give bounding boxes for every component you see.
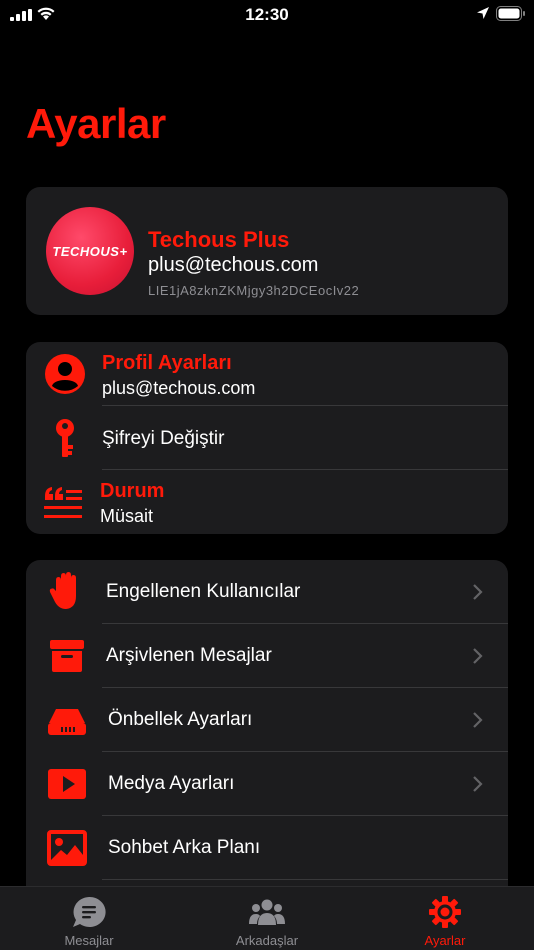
change-password-row[interactable]: Şifreyi Değiştir <box>26 406 508 470</box>
status-time: 12:30 <box>245 5 289 24</box>
users-icon <box>249 899 285 925</box>
settings-item-media-settings[interactable]: Medya Ayarları <box>26 752 508 816</box>
profile-settings-email: plus@techous.com <box>102 378 256 398</box>
image-icon <box>47 830 87 866</box>
settings-item-chat-background[interactable]: Sohbet Arka Planı <box>26 816 508 880</box>
status-row[interactable]: Durum Müsait <box>26 470 508 534</box>
profile-user-id: LIE1jA8zknZKMjgy3h2DCEocIv22 <box>148 283 360 298</box>
settings-item-label: Önbellek Ayarları <box>108 709 253 730</box>
avatar[interactable]: TECHOUS+ <box>46 207 134 295</box>
chevron-right-icon <box>473 712 483 728</box>
status-bar: 12:30 <box>0 0 534 30</box>
tab-friends[interactable]: Arkadaşlar <box>178 887 356 950</box>
quote-lines-icon <box>44 487 82 518</box>
chevron-right-icon <box>473 584 483 600</box>
profile-card[interactable]: TECHOUS+ Techous Plus plus@techous.com L… <box>26 187 508 315</box>
location-arrow-icon <box>477 7 489 19</box>
tab-settings[interactable]: Ayarlar <box>356 887 534 950</box>
tab-label: Mesajlar <box>64 933 114 948</box>
key-icon <box>56 419 74 457</box>
tab-label: Arkadaşlar <box>235 933 299 948</box>
settings-card: Engellenen Kullanıcılar Arşivlenen Mesaj… <box>26 560 508 900</box>
settings-item-label: Sohbet Arka Planı <box>108 837 261 858</box>
tab-label: Ayarlar <box>424 933 466 948</box>
profile-settings-title: Profil Ayarları <box>102 352 232 374</box>
profile-email: plus@techous.com <box>148 254 319 276</box>
gear-icon <box>429 896 461 928</box>
tab-messages[interactable]: Mesajlar <box>0 887 178 950</box>
status-value: Müsait <box>100 506 154 526</box>
settings-item-cache-settings[interactable]: Önbellek Ayarları <box>26 688 508 752</box>
hand-icon <box>49 572 76 609</box>
profile-name: Techous Plus <box>148 227 290 252</box>
storage-icon <box>48 709 86 735</box>
battery-icon <box>496 6 525 21</box>
chevron-right-icon <box>473 776 483 792</box>
archive-icon <box>50 640 84 672</box>
settings-item-label: Engellenen Kullanıcılar <box>106 581 301 602</box>
chat-icon <box>73 896 106 927</box>
user-circle-icon <box>45 354 85 394</box>
status-title: Durum <box>100 480 165 502</box>
account-card: Profil Ayarları plus@techous.com Şifreyi… <box>26 342 508 534</box>
chevron-right-icon <box>473 648 483 664</box>
settings-item-label: Arşivlenen Mesajlar <box>106 645 272 666</box>
avatar-logo-text: TECHOUS+ <box>52 243 128 259</box>
tab-bar: Mesajlar Arkadaşlar Ayarlar <box>0 886 534 950</box>
play-icon <box>48 769 86 799</box>
change-password-label: Şifreyi Değiştir <box>102 428 225 449</box>
profile-settings-row[interactable]: Profil Ayarları plus@techous.com <box>26 342 508 406</box>
divider <box>102 879 508 880</box>
settings-item-label: Medya Ayarları <box>108 773 235 794</box>
settings-item-blocked-users[interactable]: Engellenen Kullanıcılar <box>26 560 508 624</box>
settings-item-archived-messages[interactable]: Arşivlenen Mesajlar <box>26 624 508 688</box>
page-title: Ayarlar <box>26 100 166 147</box>
